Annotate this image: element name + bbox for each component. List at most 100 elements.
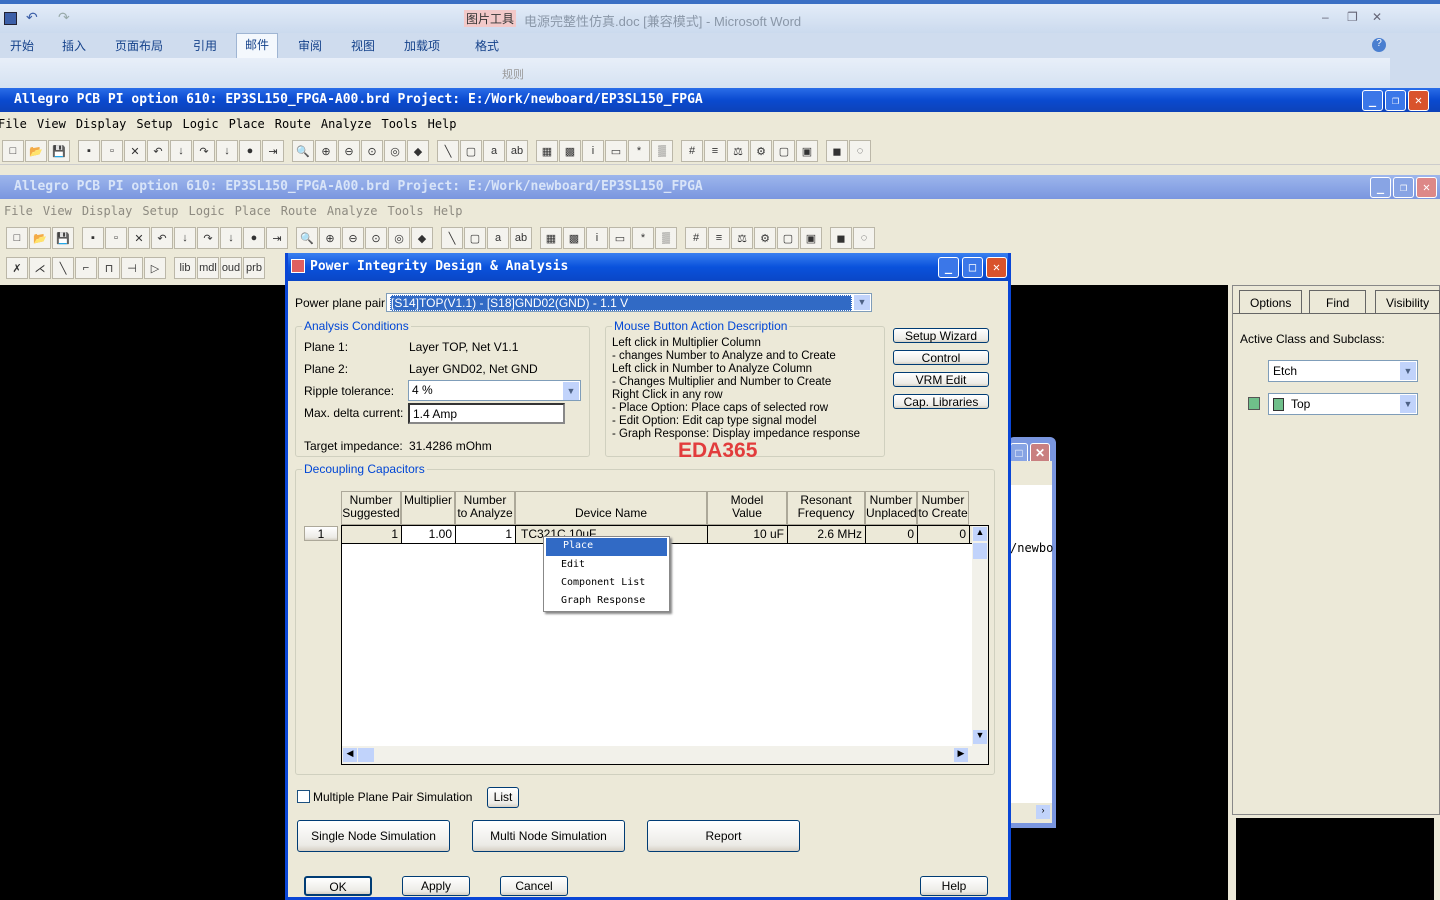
max-delta-current-input[interactable]: 1.4 Amp xyxy=(408,403,565,424)
delete-icon[interactable]: ✕ xyxy=(128,227,150,249)
menu-display[interactable]: Display xyxy=(82,204,133,218)
cell-model-value[interactable]: 10 uF xyxy=(708,526,788,543)
menu-tools[interactable]: Tools xyxy=(387,204,423,218)
cell-multiplier[interactable]: 1.00 xyxy=(402,526,456,543)
zoom-in-icon[interactable]: ⊕ xyxy=(319,227,341,249)
multi-node-simulation-button[interactable]: Multi Node Simulation xyxy=(472,820,625,852)
text-icon[interactable]: a xyxy=(483,140,505,162)
star-icon[interactable]: * xyxy=(632,227,654,249)
menu-analyze[interactable]: Analyze xyxy=(327,204,378,218)
move-icon[interactable]: ▪ xyxy=(82,227,104,249)
word-tab[interactable]: 页面布局 xyxy=(115,37,163,54)
measure-icon[interactable]: ▭ xyxy=(609,227,631,249)
box-icon[interactable]: ▣ xyxy=(800,227,822,249)
close-button[interactable]: ✕ xyxy=(1408,90,1429,111)
menu-help[interactable]: Help xyxy=(434,204,463,218)
menu-view[interactable]: View xyxy=(43,204,72,218)
subclass-color-swatch[interactable] xyxy=(1248,397,1260,410)
redo-step-icon[interactable]: ↓ xyxy=(220,227,242,249)
undo-step-icon[interactable]: ↓ xyxy=(170,140,192,162)
menu-route[interactable]: Route xyxy=(281,204,317,218)
menu-setup[interactable]: Setup xyxy=(136,117,172,131)
menu-item-place[interactable]: Place xyxy=(546,538,667,556)
redo-step-icon[interactable]: ↓ xyxy=(216,140,238,162)
menu-setup[interactable]: Setup xyxy=(142,204,178,218)
save-icon[interactable]: 💾 xyxy=(52,227,74,249)
word-tab-active[interactable]: 邮件 xyxy=(236,33,279,58)
menu-help[interactable]: Help xyxy=(428,117,457,131)
rect-icon[interactable]: ▢ xyxy=(460,140,482,162)
menu-logic[interactable]: Logic xyxy=(189,204,225,218)
zoom-out-icon[interactable]: ⊖ xyxy=(342,227,364,249)
rules-icon[interactable]: ⚙ xyxy=(754,227,776,249)
scroll-left-icon[interactable]: ◀ xyxy=(343,748,357,762)
unroute-icon[interactable]: ✗ xyxy=(6,257,28,279)
spread-icon[interactable]: ⌐ xyxy=(75,257,97,279)
trim-icon[interactable]: ▷ xyxy=(144,257,166,279)
minimize-button[interactable]: _ xyxy=(1370,177,1391,198)
oud-icon[interactable]: oud xyxy=(220,257,242,279)
menu-tools[interactable]: Tools xyxy=(381,117,417,131)
line-icon[interactable]: ╲ xyxy=(441,227,463,249)
grid-icon[interactable]: # xyxy=(685,227,707,249)
scroll-right-icon[interactable]: ▶ xyxy=(954,748,968,762)
column-header-model-value[interactable]: Model Value xyxy=(707,491,787,525)
menu-item-edit[interactable]: Edit xyxy=(544,557,669,575)
text-edit-icon[interactable]: ab xyxy=(510,227,532,249)
text-edit-icon[interactable]: ab xyxy=(506,140,528,162)
list-button[interactable]: List xyxy=(487,787,519,808)
star-icon[interactable]: * xyxy=(628,140,650,162)
subclass-select[interactable]: Top ▼ xyxy=(1268,393,1418,415)
undo-icon[interactable]: ↶ xyxy=(147,140,169,162)
mdl-icon[interactable]: mdl xyxy=(197,257,219,279)
help-button[interactable]: Help xyxy=(920,876,988,896)
close-icon[interactable]: ✕ xyxy=(1372,10,1382,24)
word-tab[interactable]: 审阅 xyxy=(298,37,322,54)
menu-analyze[interactable]: Analyze xyxy=(321,117,372,131)
rules-icon[interactable]: ⚙ xyxy=(750,140,772,162)
drc-icon[interactable]: ◼ xyxy=(826,140,848,162)
column-header-number-suggested[interactable]: Number Suggested xyxy=(341,491,401,525)
cell-number-unplaced[interactable]: 0 xyxy=(866,526,918,543)
column-header-number-to-create[interactable]: Number to Create xyxy=(917,491,969,525)
new-icon[interactable]: □ xyxy=(2,140,24,162)
vertical-scrollbar[interactable]: ▲ ▼ xyxy=(972,526,988,746)
fix-icon[interactable]: ⇥ xyxy=(262,140,284,162)
snap-icon[interactable]: ▢ xyxy=(777,227,799,249)
menu-item-component-list[interactable]: Component List xyxy=(544,575,669,593)
cell-number-suggested[interactable]: 1 xyxy=(342,526,402,543)
world-view[interactable] xyxy=(1236,818,1434,900)
constraint-icon[interactable]: ⚖ xyxy=(727,140,749,162)
menu-view[interactable]: View xyxy=(37,117,66,131)
word-tab[interactable]: 插入 xyxy=(62,37,86,54)
cell-number-to-analyze[interactable]: 1 xyxy=(456,526,516,543)
stack-icon[interactable]: ≡ xyxy=(704,140,726,162)
class-select[interactable]: Etch ▼ xyxy=(1268,360,1418,382)
scroll-right-icon[interactable]: › xyxy=(1036,805,1050,819)
column-header-number-unplaced[interactable]: Number Unplaced xyxy=(865,491,917,525)
redo-icon[interactable]: ↷ xyxy=(197,227,219,249)
tab-visibility[interactable]: Visibility xyxy=(1375,290,1440,314)
snap-icon[interactable]: ▢ xyxy=(773,140,795,162)
custom-smooth-icon[interactable]: ⊣ xyxy=(121,257,143,279)
box-icon[interactable]: ▣ xyxy=(796,140,818,162)
zoom-in-icon[interactable]: ⊕ xyxy=(315,140,337,162)
grid-icon[interactable]: # xyxy=(681,140,703,162)
rules-button[interactable]: 规则 xyxy=(502,66,524,82)
cell-number-to-create[interactable]: 0 xyxy=(918,526,970,543)
save-icon[interactable]: 💾 xyxy=(48,140,70,162)
word-tab[interactable]: 格式 xyxy=(475,37,499,54)
copy-icon[interactable]: ▫ xyxy=(101,140,123,162)
menu-file[interactable]: File xyxy=(0,117,27,131)
cell-resonant-frequency[interactable]: 2.6 MHz xyxy=(788,526,866,543)
undo-step-icon[interactable]: ↓ xyxy=(174,227,196,249)
route-icon[interactable]: ⋌ xyxy=(29,257,51,279)
close-button[interactable]: ✕ xyxy=(986,257,1007,278)
color-icon[interactable]: ▦ xyxy=(536,140,558,162)
undo-icon[interactable]: ↶ xyxy=(26,9,38,26)
new-icon[interactable]: □ xyxy=(6,227,28,249)
layers-icon[interactable]: ▩ xyxy=(563,227,585,249)
restore-button[interactable]: ❐ xyxy=(1385,90,1406,111)
help-icon[interactable]: ? xyxy=(1372,38,1386,52)
menu-display[interactable]: Display xyxy=(76,117,127,131)
